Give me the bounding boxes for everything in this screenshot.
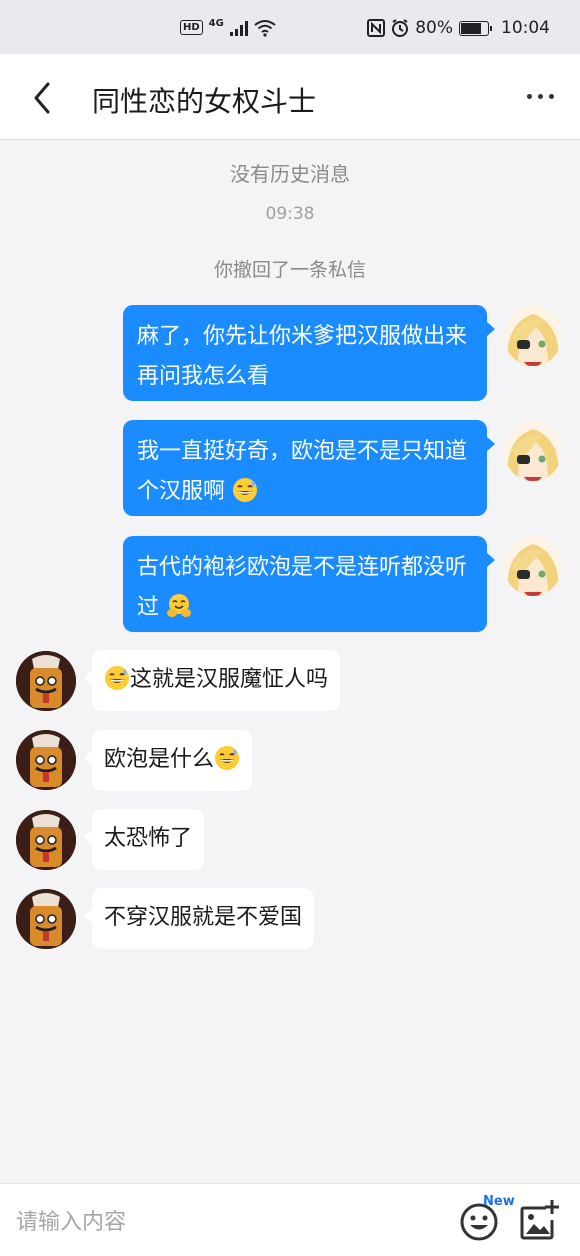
avatar[interactable] — [16, 730, 76, 790]
message-text: 欧泡是什么 — [104, 747, 215, 772]
message-text: 太恐怖了 — [104, 826, 193, 851]
anime-girl-avatar-icon — [504, 421, 562, 481]
cartoon-character-avatar-icon — [16, 651, 76, 711]
message-text: 不穿汉服就是不爱国 — [104, 905, 303, 930]
incoming-message[interactable]: 不穿汉服就是不爱国 — [83, 888, 315, 949]
message-text: 麻了，你先让你米爹把汉服做出来再问我怎么看 — [137, 324, 468, 389]
message-text: 我一直挺好奇，欧泡是不是只知道个汉服啊 — [137, 439, 468, 504]
add-image-button[interactable] — [518, 1198, 560, 1242]
anime-girl-avatar-icon — [504, 536, 562, 596]
anime-girl-avatar-icon — [504, 306, 562, 366]
more-dots-icon — [526, 93, 532, 99]
recalled-notice: 你撤回了一条私信 — [213, 259, 366, 281]
signal-icon — [229, 20, 248, 36]
incoming-message[interactable]: 太恐怖了 — [83, 809, 205, 870]
outgoing-message[interactable]: 我一直挺好奇，欧泡是不是只知道个汉服啊 — [123, 420, 495, 516]
no-history-label: 没有历史消息 — [230, 162, 350, 186]
incoming-message[interactable]: 这就是汉服魔怔人吗 — [83, 650, 341, 711]
avatar[interactable] — [16, 810, 76, 870]
hd-icon: HD — [180, 20, 203, 35]
cartoon-character-avatar-icon — [16, 889, 76, 949]
message-timestamp: 09:38 — [265, 204, 315, 224]
avatar[interactable] — [16, 651, 76, 711]
battery-icon — [459, 20, 492, 36]
grinning-sweat-emoji-icon — [233, 478, 258, 502]
chevron-left-icon — [34, 82, 50, 114]
status-right: 80% 10:04 — [367, 18, 550, 38]
message-text: 这就是汉服魔怔人吗 — [130, 667, 329, 692]
status-left: HD 4G — [180, 18, 276, 37]
add-image-icon — [520, 1200, 559, 1240]
status-time: 10:04 — [501, 18, 550, 38]
message-input-bar: New — [0, 1183, 580, 1256]
avatar[interactable] — [504, 536, 562, 596]
page-title: 同性恋的女权斗士 — [92, 85, 317, 118]
chat-header: 同性恋的女权斗士 — [0, 54, 580, 140]
more-button[interactable] — [518, 84, 562, 108]
battery-fill — [461, 22, 481, 34]
grinning-sweat-emoji-icon — [105, 666, 129, 690]
new-badge: New — [483, 1194, 515, 1209]
outgoing-message[interactable]: 麻了，你先让你米爹把汉服做出来再问我怎么看 — [123, 305, 495, 401]
hugging-emoji-icon — [167, 594, 192, 617]
message-input[interactable] — [16, 1204, 436, 1240]
back-button[interactable] — [26, 78, 62, 118]
avatar[interactable] — [504, 421, 562, 481]
nfc-icon — [367, 19, 386, 37]
incoming-message[interactable]: 欧泡是什么 — [83, 730, 253, 791]
outgoing-message[interactable]: 古代的袍衫欧泡是不是连听都没听过 — [123, 536, 495, 632]
cartoon-character-avatar-icon — [16, 730, 76, 790]
battery-percent: 80% — [415, 18, 453, 38]
avatar[interactable] — [16, 889, 76, 949]
network-type-label: 4G — [208, 18, 224, 29]
status-bar: HD 4G 80% 10:04 — [0, 0, 580, 54]
grinning-sweat-emoji-icon — [215, 746, 240, 770]
cartoon-character-avatar-icon — [16, 810, 76, 870]
alarm-icon — [392, 19, 409, 37]
avatar[interactable] — [504, 306, 562, 366]
wifi-icon — [254, 19, 276, 37]
